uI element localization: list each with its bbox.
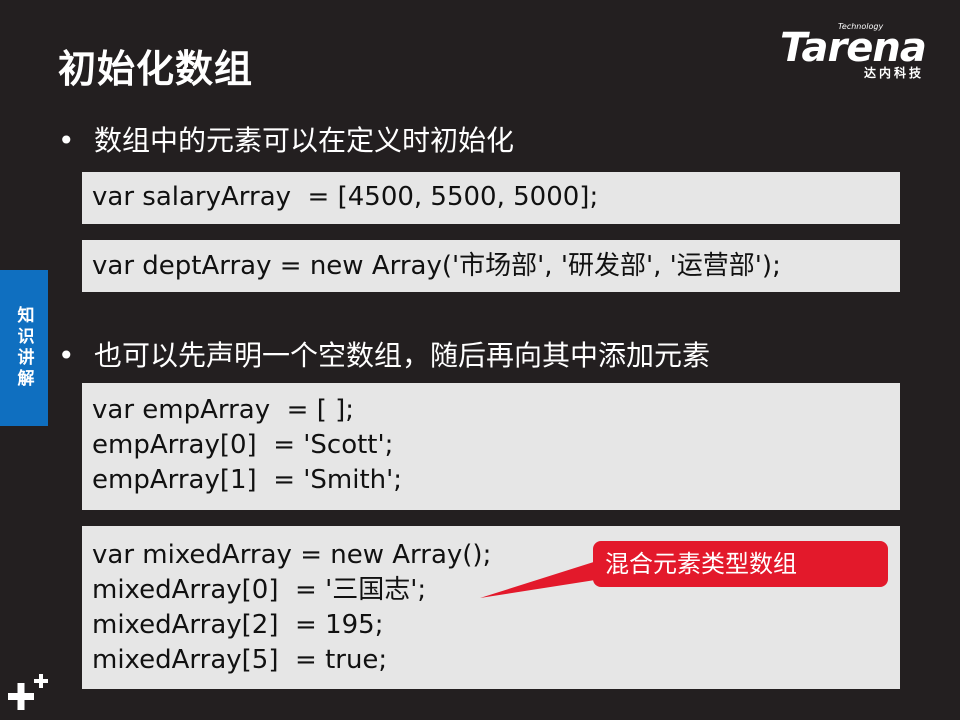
callout-pointer: [480, 560, 608, 598]
plus-icon: [8, 674, 48, 710]
callout-label: 混合元素类型数组: [593, 541, 888, 587]
